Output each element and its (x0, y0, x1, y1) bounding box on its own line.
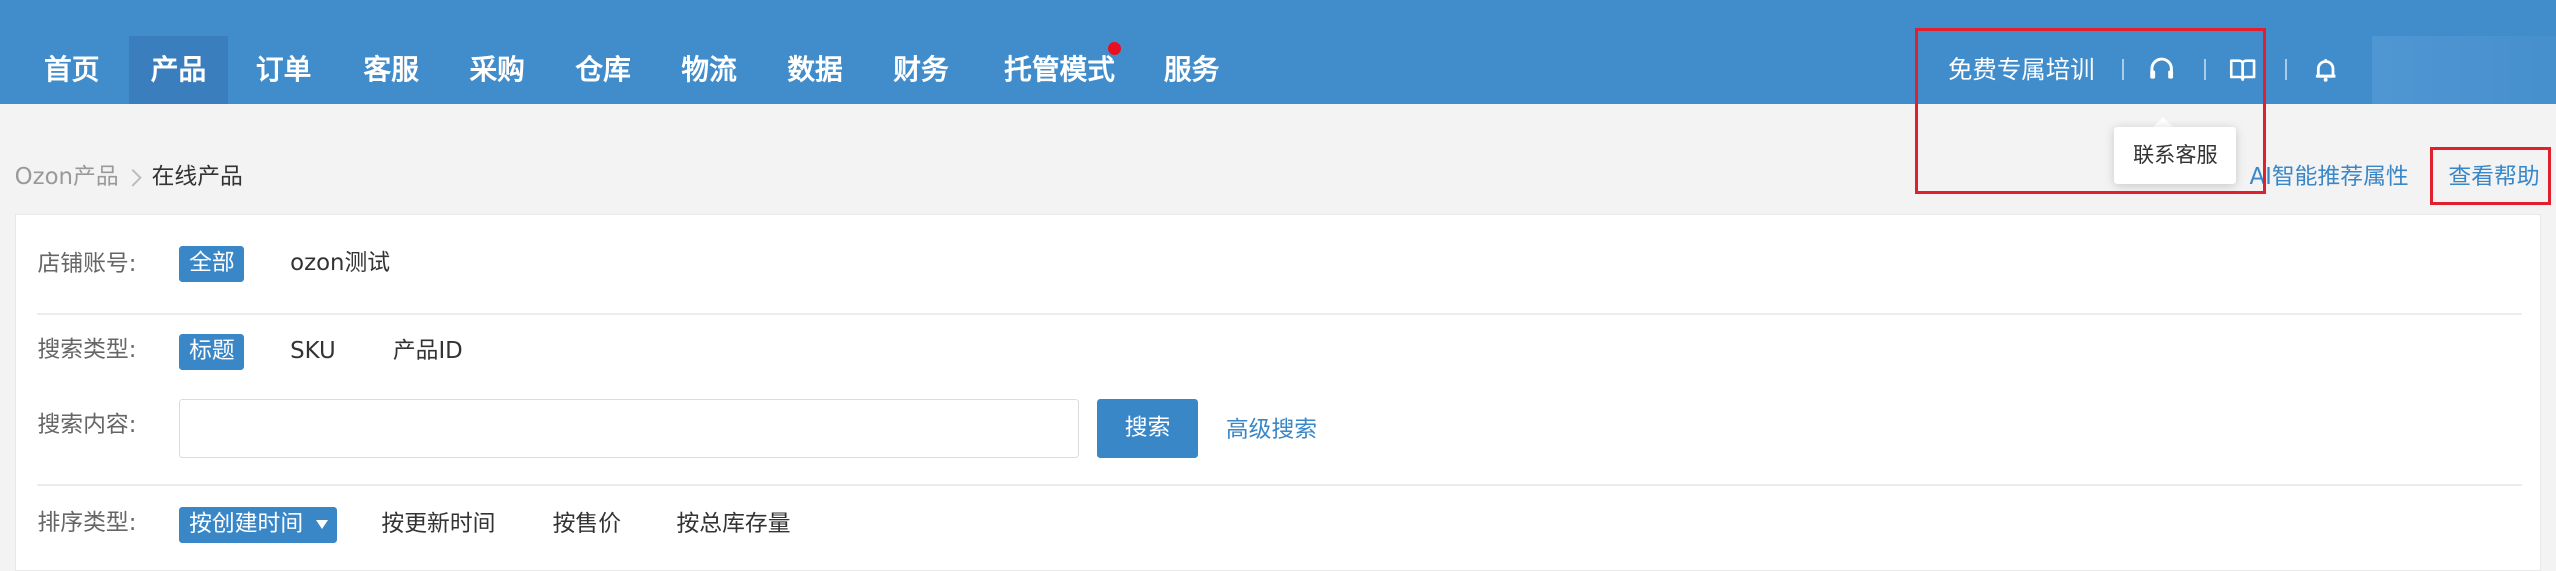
advanced-search-link[interactable]: 高级搜索 (1226, 414, 1317, 447)
sort-selected-label: 按创建时间 (189, 510, 304, 537)
nav-item-home[interactable]: 首页 (28, 36, 116, 104)
page: 首页 产品 订单 客服 采购 仓库 物流 数据 财务 托管模式 服务 免费专属培… (0, 0, 2556, 571)
divider (2285, 58, 2288, 80)
nav-item-logistics[interactable]: 物流 (665, 36, 753, 104)
sort-by-updated-time[interactable]: 按更新时间 (372, 507, 506, 543)
annotation-box (1915, 27, 2266, 194)
account-area[interactable] (2371, 35, 2556, 105)
breadcrumb-current: 在线产品 (151, 164, 243, 191)
nav-item-data[interactable]: 数据 (771, 36, 859, 104)
search-type-sku[interactable]: SKU (280, 334, 345, 370)
divider (37, 484, 2522, 486)
chevron-right-icon (131, 168, 142, 187)
search-content-label: 搜索内容: (37, 412, 137, 439)
nav-item-purchasing[interactable]: 采购 (453, 36, 541, 104)
sort-by-created-time-dropdown[interactable]: 按创建时间 (179, 506, 338, 543)
sort-by-total-stock[interactable]: 按总库存量 (667, 507, 801, 543)
search-type-title[interactable]: 标题 (179, 334, 245, 371)
breadcrumb-parent[interactable]: Ozon产品 (15, 161, 119, 194)
bell-icon[interactable] (2311, 55, 2340, 84)
sort-type-label: 排序类型: (37, 509, 137, 536)
store-account-label: 店铺账号: (37, 250, 137, 277)
nav-item-finance[interactable]: 财务 (877, 36, 965, 104)
nav-item-warehouse[interactable]: 仓库 (559, 36, 647, 104)
ai-recommend-attributes-link[interactable]: AI智能推荐属性 (2250, 161, 2409, 194)
search-button[interactable]: 搜索 (1097, 399, 1199, 459)
annotation-box (2430, 146, 2552, 206)
caret-down-icon (315, 519, 328, 529)
nav-item-services[interactable]: 服务 (1148, 36, 1236, 104)
nav-item-customer-service[interactable]: 客服 (347, 36, 435, 104)
nav-item-orders[interactable]: 订单 (240, 36, 328, 104)
store-option-ozon-test[interactable]: ozon测试 (280, 246, 400, 282)
search-type-label: 搜索类型: (37, 337, 137, 364)
store-option-all[interactable]: 全部 (179, 246, 245, 282)
sort-by-price[interactable]: 按售价 (543, 507, 631, 543)
divider (37, 312, 2522, 315)
search-type-product-id[interactable]: 产品ID (383, 334, 472, 370)
nav-item-products[interactable]: 产品 (128, 35, 229, 105)
search-input[interactable] (179, 399, 1080, 459)
